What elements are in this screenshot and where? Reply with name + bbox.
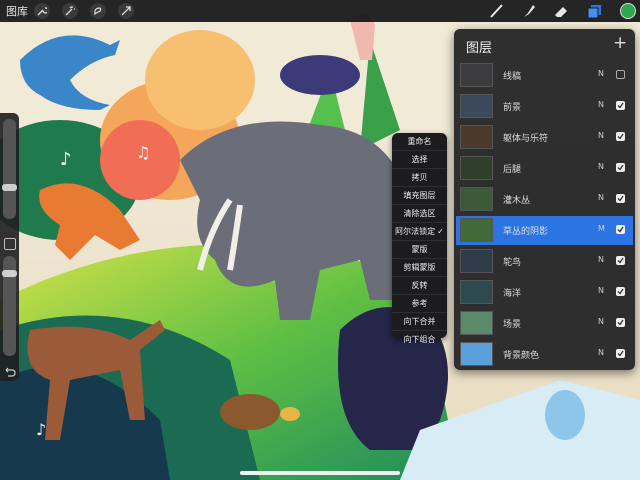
layer-visibility-checkbox[interactable]: [616, 132, 625, 141]
layer-row[interactable]: 躯体与乐符 N: [456, 123, 633, 152]
menu-item-clear[interactable]: 清除选区: [392, 205, 447, 223]
eraser-icon[interactable]: [552, 2, 570, 20]
smudge-icon[interactable]: [520, 2, 538, 20]
layer-visibility-checkbox[interactable]: [616, 349, 625, 358]
layer-row[interactable]: 场景 N: [456, 309, 633, 338]
layer-name: 后腿: [503, 165, 522, 175]
blend-mode-button[interactable]: N: [598, 317, 604, 326]
wrench-icon[interactable]: [34, 3, 50, 19]
blend-mode-button[interactable]: M: [598, 224, 605, 233]
menu-item-fill-layer[interactable]: 填充图层: [392, 187, 447, 205]
layer-thumbnail[interactable]: [460, 63, 493, 87]
menu-item-mask[interactable]: 蒙版: [392, 241, 447, 259]
menu-item-merge-down[interactable]: 向下合并: [392, 313, 447, 331]
menu-item-select[interactable]: 选择: [392, 151, 447, 169]
menu-item-alpha-lock[interactable]: 阿尔法锁定 ✓: [392, 223, 447, 241]
layer-visibility-checkbox[interactable]: [616, 70, 625, 79]
layer-visibility-checkbox[interactable]: [616, 225, 625, 234]
home-indicator: [240, 471, 400, 475]
checkmark-icon: ✓: [437, 227, 444, 236]
layers-panel: 图层 + 线稿 N 前景 N 躯体与乐符 N 后腿 N 灌木丛 N 草丛的阴影 M 鸵鸟 N 海洋 N 场景 N 背…: [454, 29, 635, 370]
color-picker-button[interactable]: [620, 3, 636, 19]
menu-item-clipping-mask[interactable]: 剪辑蒙版: [392, 259, 447, 277]
layer-row[interactable]: 海洋 N: [456, 278, 633, 307]
blend-mode-button[interactable]: N: [598, 286, 604, 295]
layer-thumbnail[interactable]: [460, 218, 493, 242]
layer-visibility-checkbox[interactable]: [616, 101, 625, 110]
layer-name: 鸵鸟: [503, 258, 522, 268]
layer-name: 躯体与乐符: [503, 134, 549, 144]
undo-icon[interactable]: [3, 363, 16, 377]
layers-title: 图层: [466, 41, 493, 56]
magic-wand-icon[interactable]: [62, 3, 78, 19]
layer-name: 海洋: [503, 289, 522, 299]
svg-text:♪: ♪: [60, 149, 72, 170]
blend-mode-button[interactable]: N: [598, 255, 604, 264]
top-toolbar: 图库: [0, 0, 640, 22]
layer-visibility-checkbox[interactable]: [616, 256, 625, 265]
layer-row[interactable]: 灌木丛 N: [456, 185, 633, 214]
menu-item-copy[interactable]: 拷贝: [392, 169, 447, 187]
layer-row[interactable]: 鸵鸟 N: [456, 247, 633, 276]
left-sidebar: [0, 113, 19, 381]
brush-size-slider[interactable]: [3, 119, 16, 219]
layer-name: 草丛的阴影: [503, 227, 549, 237]
layer-thumbnail[interactable]: [460, 311, 493, 335]
layer-name: 线稿: [503, 72, 522, 82]
layer-name: 灌木丛: [503, 196, 531, 206]
layer-visibility-checkbox[interactable]: [616, 318, 625, 327]
blend-mode-button[interactable]: N: [598, 100, 604, 109]
brush-icon[interactable]: [488, 2, 506, 20]
selection-icon[interactable]: [90, 3, 106, 19]
layer-row[interactable]: 背景颜色 N: [456, 340, 633, 369]
layer-row[interactable]: 线稿 N: [456, 61, 633, 90]
menu-item-combine-down[interactable]: 向下组合: [392, 331, 447, 348]
blend-mode-button[interactable]: N: [598, 131, 604, 140]
gallery-button[interactable]: 图库: [6, 3, 28, 19]
opacity-thumb[interactable]: [2, 269, 17, 277]
layer-row[interactable]: 后腿 N: [456, 154, 633, 183]
blend-mode-button[interactable]: N: [598, 348, 604, 357]
layer-context-menu: 重命名 选择 拷贝 填充图层 清除选区 阿尔法锁定 ✓ 蒙版 剪辑蒙版 反转 参考…: [392, 133, 447, 344]
modify-button[interactable]: [4, 238, 16, 250]
layer-thumbnail[interactable]: [460, 94, 493, 118]
layer-thumbnail[interactable]: [460, 342, 493, 366]
svg-text:♫: ♫: [136, 143, 150, 162]
layers-icon[interactable]: [586, 2, 604, 20]
layer-thumbnail[interactable]: [460, 125, 493, 149]
menu-item-invert[interactable]: 反转: [392, 277, 447, 295]
layer-thumbnail[interactable]: [460, 187, 493, 211]
layer-thumbnail[interactable]: [460, 156, 493, 180]
svg-text:♪: ♪: [36, 420, 46, 439]
menu-item-reference[interactable]: 参考: [392, 295, 447, 313]
layer-name: 背景颜色: [503, 351, 540, 361]
layer-thumbnail[interactable]: [460, 249, 493, 273]
blend-mode-button[interactable]: N: [598, 69, 604, 78]
layer-visibility-checkbox[interactable]: [616, 287, 625, 296]
layer-thumbnail[interactable]: [460, 280, 493, 304]
blend-mode-button[interactable]: N: [598, 193, 604, 202]
brush-size-thumb[interactable]: [2, 184, 17, 192]
menu-item-rename[interactable]: 重命名: [392, 133, 447, 151]
blend-mode-button[interactable]: N: [598, 162, 604, 171]
layer-row[interactable]: 前景 N: [456, 92, 633, 121]
transform-icon[interactable]: [118, 3, 134, 19]
add-layer-button[interactable]: +: [613, 33, 627, 53]
layer-name: 场景: [503, 320, 522, 330]
layer-visibility-checkbox[interactable]: [616, 163, 625, 172]
layer-name: 前景: [503, 103, 522, 113]
layer-row[interactable]: 草丛的阴影 M: [456, 216, 633, 245]
layer-visibility-checkbox[interactable]: [616, 194, 625, 203]
